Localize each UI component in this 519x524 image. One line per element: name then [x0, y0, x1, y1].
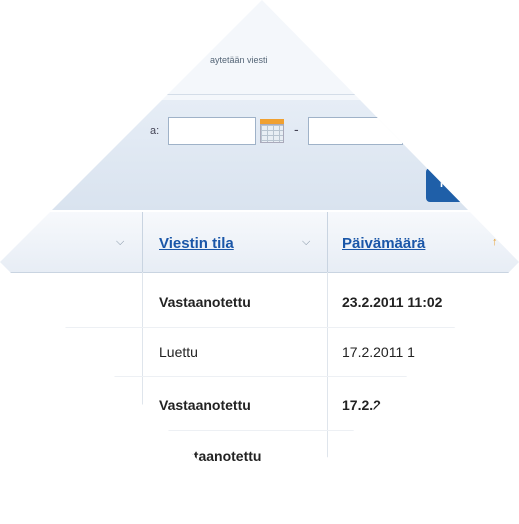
date-range-separator: -: [294, 121, 299, 137]
sort-chevron-icon[interactable]: ⌵: [116, 236, 124, 249]
cell-status: Vastaanotettu: [159, 397, 251, 413]
start-date-input[interactable]: [168, 117, 256, 145]
row-divider: [0, 376, 519, 377]
column-divider: [327, 272, 328, 524]
cell-status: Luettu: [159, 344, 198, 360]
sort-chevron-icon[interactable]: ⌵: [302, 236, 310, 249]
column-header-status[interactable]: Viestin tila: [159, 235, 234, 252]
calendar-icon[interactable]: [258, 117, 286, 145]
header-divider: [327, 212, 328, 272]
search-button[interactable]: Ha: [426, 168, 519, 202]
cell-date: 17.2.2: [342, 397, 381, 413]
date-label: a:: [150, 125, 160, 137]
column-divider: [142, 272, 143, 524]
stage: aytetään viesti a: - Ha ⌵ Viestin tila ⌵…: [0, 0, 519, 524]
cell-status: staanotettu: [186, 448, 262, 464]
end-date-input[interactable]: [308, 117, 403, 145]
cell-status: Vastaanotettu: [159, 294, 251, 310]
info-strip: [0, 0, 519, 100]
cell-date: 23.2.2011 11:02: [342, 294, 443, 310]
info-text: aytetään viesti: [210, 55, 268, 65]
header-divider: [142, 212, 143, 272]
sort-arrow-icon[interactable]: ↑: [492, 236, 498, 248]
row-divider: [0, 327, 519, 328]
diamond-crop: aytetään viesti a: - Ha ⌵ Viestin tila ⌵…: [0, 0, 519, 524]
cell-date: 17.2.2011 1: [342, 344, 415, 360]
column-header-date[interactable]: Päivämäärä: [342, 235, 425, 252]
info-divider: [0, 94, 519, 95]
table-header: [0, 212, 519, 273]
row-divider: [0, 430, 519, 431]
